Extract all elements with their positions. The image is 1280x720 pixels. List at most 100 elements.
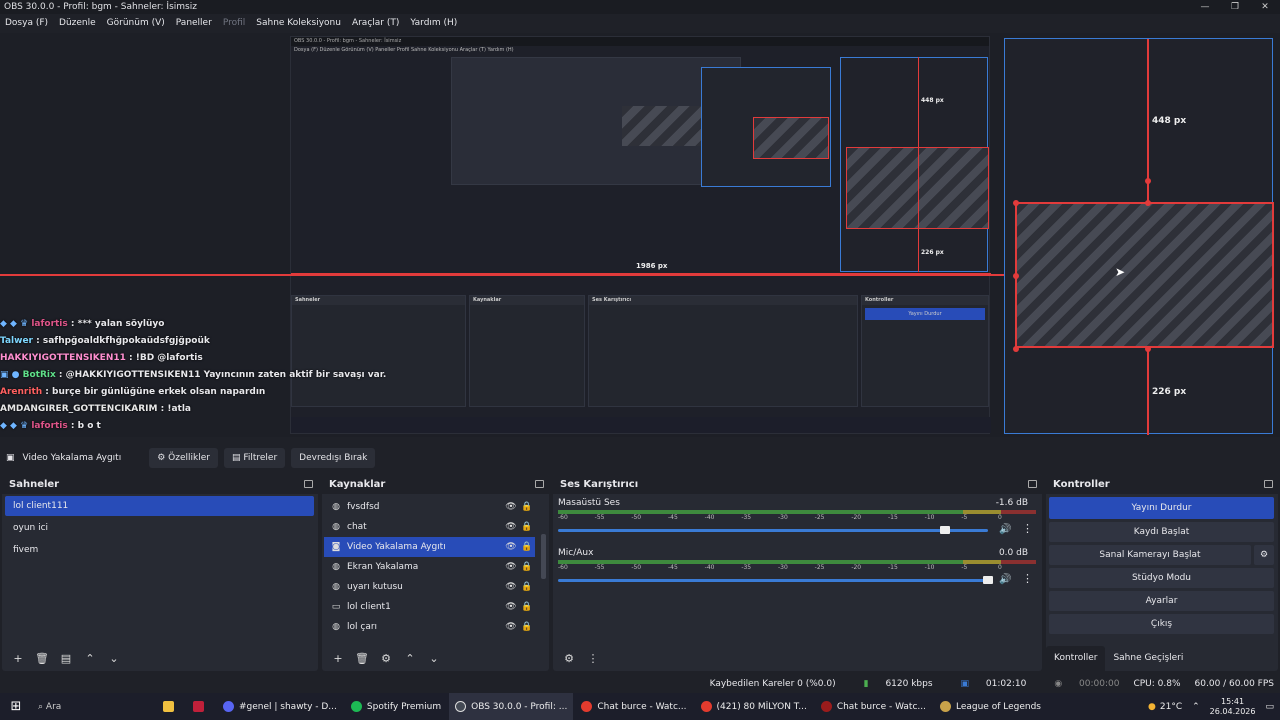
taskbar-app[interactable]: OBS 30.0.0 - Profil: ... [449, 693, 574, 720]
resize-handle-top[interactable] [1145, 178, 1151, 184]
file-explorer-icon[interactable] [157, 693, 185, 720]
taskbar-app[interactable]: (421) 80 MİLYON T... [695, 693, 813, 720]
exit-button[interactable]: Çıkış [1049, 614, 1274, 634]
preview-canvas[interactable]: OBS 30.0.0 - Profil: bgm - Sahneler: İsi… [0, 33, 1280, 437]
deactivate-button[interactable]: Devredışı Bırak [291, 447, 376, 468]
source-item[interactable]: ◙ Video Yakalama Aygıtı 👁 🔒 [324, 537, 535, 557]
volume-slider[interactable] [558, 579, 988, 582]
move-down-button[interactable]: ⌄ [423, 650, 445, 668]
tray-chevron-icon[interactable]: ⌃ [1192, 702, 1200, 712]
move-up-button[interactable]: ⌃ [79, 650, 101, 668]
add-scene-button[interactable]: + [7, 650, 29, 668]
start-virtual-camera-button[interactable]: Sanal Kamerayı Başlat [1049, 545, 1251, 565]
notification-icon[interactable]: ▭ [1265, 702, 1274, 712]
close-button[interactable]: ✕ [1250, 0, 1280, 14]
more-options-icon[interactable]: ⋮ [1022, 522, 1033, 535]
speaker-icon[interactable]: 🔊 [999, 524, 1011, 535]
volume-slider[interactable] [558, 529, 988, 532]
tab-scene-transitions[interactable]: Sahne Geçişleri [1105, 646, 1191, 671]
weather-temp[interactable]: 21°C [1160, 702, 1182, 712]
remove-scene-button[interactable]: 🗑 [31, 650, 53, 668]
lock-icon[interactable]: 🔒 [519, 502, 535, 512]
visibility-icon[interactable]: 👁 [503, 562, 519, 572]
lock-icon[interactable]: 🔒 [519, 602, 535, 612]
maximize-button[interactable]: ❐ [1220, 0, 1250, 14]
source-properties-button[interactable]: ⚙ [375, 650, 397, 668]
lock-icon[interactable]: 🔒 [519, 582, 535, 592]
lock-icon[interactable]: 🔒 [519, 562, 535, 572]
speaker-icon[interactable]: 🔊 [999, 574, 1011, 585]
more-options-icon[interactable]: ⋮ [1022, 572, 1033, 585]
taskbar-search[interactable]: ⌕ Ara [32, 702, 157, 712]
source-item[interactable]: ◍ fvsdfsd 👁 🔒 [324, 497, 535, 517]
resize-handle-left[interactable] [1013, 273, 1019, 279]
undock-icon[interactable] [304, 480, 313, 488]
undock-icon[interactable] [1028, 480, 1037, 488]
visibility-icon[interactable]: 👁 [503, 542, 519, 552]
sources-scrollbar[interactable] [541, 534, 546, 579]
taskbar-app[interactable]: Chat burce - Watc... [815, 693, 932, 720]
taskbar-app[interactable]: #genel | shawty - D... [217, 693, 343, 720]
clock[interactable]: 15:41 26.04.2026 [1210, 697, 1256, 717]
source-item[interactable]: ◍ lol çarı 👁 🔒 [324, 617, 535, 637]
properties-button[interactable]: ⚙ Özellikler [149, 447, 218, 468]
gear-icon[interactable]: ⚙ [1254, 545, 1274, 565]
weather-icon[interactable]: ● [1148, 702, 1156, 712]
visibility-icon[interactable]: 👁 [503, 622, 519, 632]
chat-text: : b o t [67, 421, 101, 431]
stop-streaming-button[interactable]: Yayını Durdur [1049, 497, 1274, 519]
canvas-outline[interactable]: 448 px 226 px ➤ [1004, 38, 1274, 435]
volume-slider-knob[interactable] [983, 576, 993, 584]
undock-icon[interactable] [1264, 480, 1273, 488]
menu-file[interactable]: Dosya (F) [5, 18, 48, 28]
visibility-icon[interactable]: 👁 [503, 582, 519, 592]
move-up-button[interactable]: ⌃ [399, 650, 421, 668]
visibility-icon[interactable]: 👁 [503, 502, 519, 512]
resize-handle-top-left[interactable] [1013, 200, 1019, 206]
source-item[interactable]: ◍ uyarı kutusu 👁 🔒 [324, 577, 535, 597]
menu-help[interactable]: Yardım (H) [410, 18, 457, 28]
menu-edit[interactable]: Düzenle [59, 18, 96, 28]
resize-handle-bottom-left[interactable] [1013, 346, 1019, 352]
scene-item[interactable]: oyun ici [5, 518, 314, 538]
minimize-button[interactable]: — [1190, 0, 1220, 14]
scene-filters-button[interactable]: ▤ [55, 650, 77, 668]
undock-icon[interactable] [535, 480, 544, 488]
visibility-icon[interactable]: 👁 [503, 602, 519, 612]
source-item[interactable]: ▭ lol client1 👁 🔒 [324, 597, 535, 617]
taskbar-app[interactable]: Spotify Premium [345, 693, 447, 720]
source-item[interactable]: ◍ chat 👁 🔒 [324, 517, 535, 537]
source-label: uyarı kutusu [347, 582, 403, 592]
scene-item[interactable]: lol client111 [5, 496, 314, 516]
sources-dock: Kaynaklar ◍ fvsdfsd 👁 🔒 ◍ chat 👁 🔒 ◙ Video Yaka… [322, 474, 549, 671]
resize-handle-bottom-mid[interactable] [1145, 346, 1151, 352]
settings-button[interactable]: Ayarlar [1049, 591, 1274, 611]
selected-source-bbox[interactable] [1015, 202, 1274, 348]
filters-button[interactable]: ▤ Filtreler [223, 447, 286, 468]
menu-tools[interactable]: Araçlar (T) [352, 18, 399, 28]
source-item[interactable]: ◍ Ekran Yakalama 👁 🔒 [324, 557, 535, 577]
volume-slider-knob[interactable] [940, 526, 950, 534]
lock-icon[interactable]: 🔒 [519, 542, 535, 552]
menu-profile[interactable]: Profil [223, 18, 245, 28]
add-source-button[interactable]: + [327, 650, 349, 668]
mixer-menu-icon[interactable]: ⋮ [582, 650, 604, 668]
studio-mode-button[interactable]: Stüdyo Modu [1049, 568, 1274, 588]
resize-handle-top-mid[interactable] [1145, 200, 1151, 206]
move-down-button[interactable]: ⌄ [103, 650, 125, 668]
advanced-audio-icon[interactable]: ⚙ [558, 650, 580, 668]
app-icon[interactable] [187, 693, 215, 720]
windows-start-icon[interactable]: ⊞ [0, 699, 32, 714]
taskbar-app[interactable]: Chat burce - Watc... [575, 693, 692, 720]
menu-scene-collection[interactable]: Sahne Koleksiyonu [256, 18, 341, 28]
tab-controls[interactable]: Kontroller [1046, 646, 1106, 671]
lock-icon[interactable]: 🔒 [519, 622, 535, 632]
menu-docks[interactable]: Paneller [176, 18, 212, 28]
scene-item[interactable]: fivem [5, 540, 314, 560]
remove-source-button[interactable]: 🗑 [351, 650, 373, 668]
taskbar-app[interactable]: League of Legends [934, 693, 1047, 720]
start-recording-button[interactable]: Kaydı Başlat [1049, 522, 1274, 542]
visibility-icon[interactable]: 👁 [503, 522, 519, 532]
lock-icon[interactable]: 🔒 [519, 522, 535, 532]
menu-view[interactable]: Görünüm (V) [107, 18, 165, 28]
